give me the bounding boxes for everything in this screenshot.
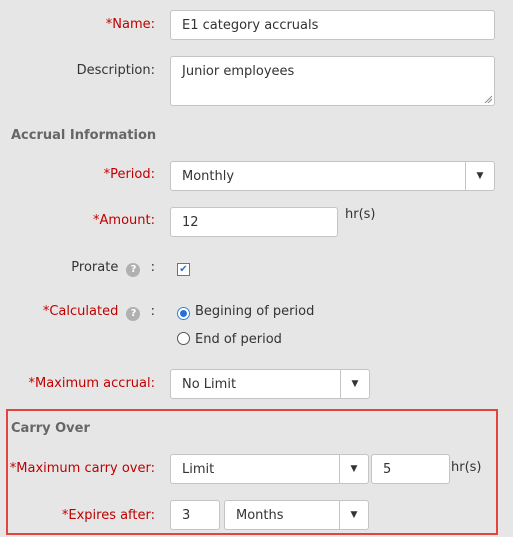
help-icon[interactable]: ?: [126, 263, 141, 277]
expires-after-unit-value: Months: [236, 507, 284, 523]
help-icon[interactable]: ?: [126, 307, 141, 321]
period-select[interactable]: Monthly ▼: [170, 161, 495, 191]
description-label: Description:: [76, 63, 155, 78]
prorate-checkbox[interactable]: ✔: [177, 263, 190, 276]
chevron-down-icon[interactable]: ▼: [339, 501, 368, 529]
amount-input[interactable]: 12: [170, 207, 338, 237]
calculated-colon: :: [150, 304, 155, 319]
radio-label: End of period: [195, 332, 282, 347]
prorate-label: Prorate: [71, 260, 119, 275]
name-input[interactable]: E1 category accruals: [170, 10, 495, 40]
period-value: Monthly: [182, 168, 235, 184]
radio-unselected-icon[interactable]: [177, 332, 190, 345]
maximum-carry-over-amount-input[interactable]: 5: [371, 454, 450, 484]
radio-label: Begining of period: [195, 304, 315, 319]
maximum-carry-over-unit: hr(s): [451, 460, 482, 475]
carry-over-heading: Carry Over: [11, 421, 90, 436]
chevron-down-icon[interactable]: ▼: [465, 162, 494, 190]
maximum-accrual-select[interactable]: No Limit ▼: [170, 369, 370, 399]
prorate-colon: :: [150, 260, 155, 275]
name-label: *Name:: [105, 17, 155, 32]
resize-handle-icon[interactable]: [484, 95, 492, 103]
chevron-down-icon[interactable]: ▼: [339, 455, 368, 483]
prorate-label-group: Prorate ? :: [71, 259, 155, 277]
maximum-carry-over-value: Limit: [182, 461, 215, 477]
amount-unit: hr(s): [345, 207, 376, 222]
check-icon: ✔: [179, 263, 188, 275]
amount-label: *Amount:: [93, 213, 155, 228]
expires-after-label: *Expires after:: [61, 508, 155, 523]
expires-after-amount-input[interactable]: 3: [170, 500, 220, 530]
calculated-label-group: *Calculated ? :: [43, 303, 155, 321]
description-textarea[interactable]: Junior employees: [170, 56, 495, 106]
accrual-information-heading: Accrual Information: [11, 128, 157, 143]
maximum-carry-over-label: *Maximum carry over:: [9, 461, 155, 476]
maximum-carry-over-select[interactable]: Limit ▼: [170, 454, 369, 484]
description-value: Junior employees: [182, 64, 295, 79]
calculated-label: *Calculated: [42, 304, 119, 319]
radio-beginning-of-period[interactable]: Begining of period: [177, 304, 314, 320]
expires-after-unit-select[interactable]: Months ▼: [224, 500, 369, 530]
radio-selected-icon[interactable]: [177, 307, 190, 320]
maximum-accrual-label: *Maximum accrual:: [28, 376, 156, 391]
chevron-down-icon[interactable]: ▼: [340, 370, 369, 398]
radio-end-of-period[interactable]: End of period: [177, 332, 282, 347]
maximum-accrual-value: No Limit: [182, 376, 237, 392]
period-label: *Period:: [103, 167, 155, 182]
